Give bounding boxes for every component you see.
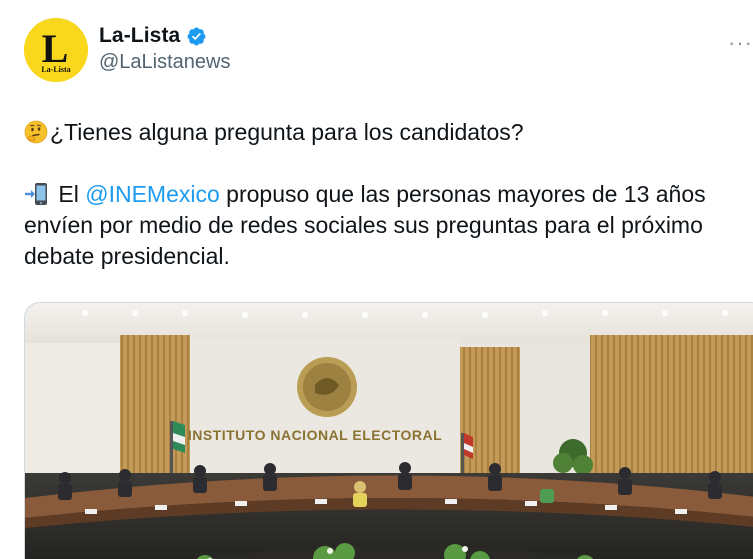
la-lista-logo-icon: L La-Lista <box>24 18 88 82</box>
ine-council-photo-image: INSTITUTO NACIONAL ELECTORAL <box>25 303 753 559</box>
mobile-phone-arrow-icon <box>25 183 47 205</box>
tweet-paragraph-2: El @INEMexico propuso que las personas m… <box>24 179 739 272</box>
verified-badge-icon <box>187 27 206 45</box>
tweet-photo[interactable]: INSTITUTO NACIONAL ELECTORAL <box>24 302 753 559</box>
mention-link[interactable]: @INEMexico <box>85 181 220 207</box>
tweet-paragraph-1: ¿Tienes alguna pregunta para los candida… <box>24 117 739 148</box>
avatar[interactable]: L La-Lista <box>24 18 88 82</box>
thinking-face-icon <box>24 120 48 144</box>
account-name-row[interactable]: La-Lista <box>99 24 207 48</box>
tweet-text: ¿Tienes alguna pregunta para los candida… <box>24 117 739 272</box>
account-handle[interactable]: @LaListanews <box>99 51 230 74</box>
display-name[interactable]: La-Lista <box>99 24 180 48</box>
institute-sign-text: INSTITUTO NACIONAL ELECTORAL <box>188 427 442 443</box>
tweet-card: L La-Lista La-Lista @LaListanews ··· ¿Ti… <box>0 0 753 559</box>
svg-text:La-Lista: La-Lista <box>41 65 70 74</box>
more-options-icon[interactable]: ··· <box>728 30 753 56</box>
tweet-intro: El <box>52 181 86 207</box>
tweet-question: ¿Tienes alguna pregunta para los candida… <box>50 119 524 145</box>
